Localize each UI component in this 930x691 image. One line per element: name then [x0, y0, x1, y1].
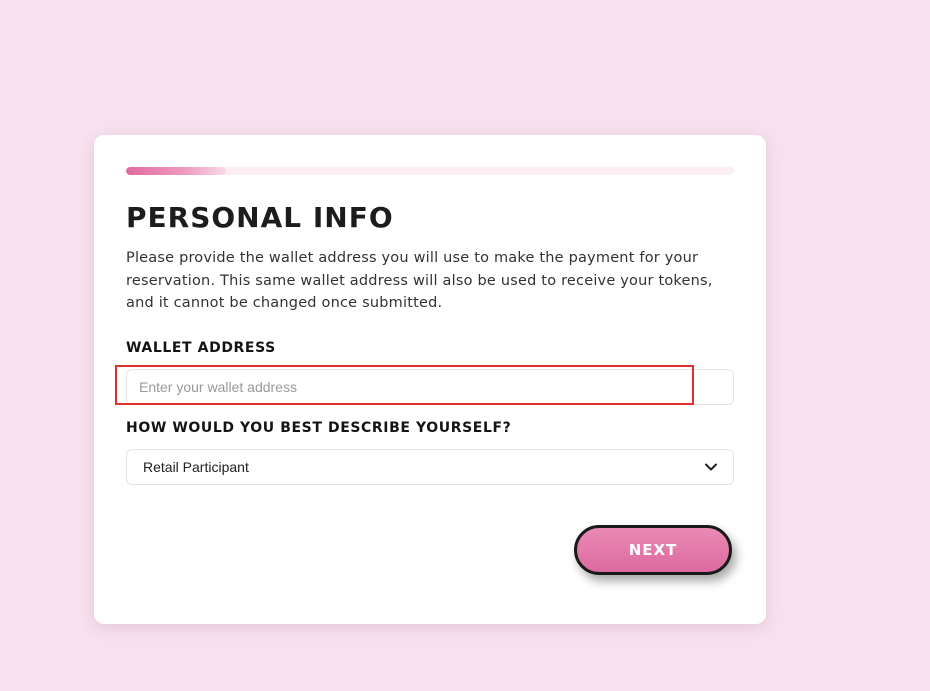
wallet-address-input[interactable]: [126, 369, 734, 405]
progress-bar-fill: [126, 167, 227, 175]
wallet-address-label: WALLET ADDRESS: [126, 340, 276, 356]
personal-info-card: PERSONAL INFO Please provide the wallet …: [94, 135, 766, 624]
describe-yourself-label: HOW WOULD YOU BEST DESCRIBE YOURSELF?: [126, 420, 512, 436]
describe-yourself-select-wrapper: Retail Participant: [126, 449, 734, 485]
next-button[interactable]: NEXT: [574, 525, 732, 575]
select-selected-value: Retail Participant: [143, 459, 249, 475]
page-title: PERSONAL INFO: [126, 201, 394, 234]
progress-bar: [126, 167, 734, 175]
wallet-address-field-wrapper: [115, 365, 734, 405]
chevron-down-icon: [705, 461, 717, 473]
form-description: Please provide the wallet address you wi…: [126, 250, 713, 311]
describe-yourself-select[interactable]: Retail Participant: [126, 449, 734, 485]
